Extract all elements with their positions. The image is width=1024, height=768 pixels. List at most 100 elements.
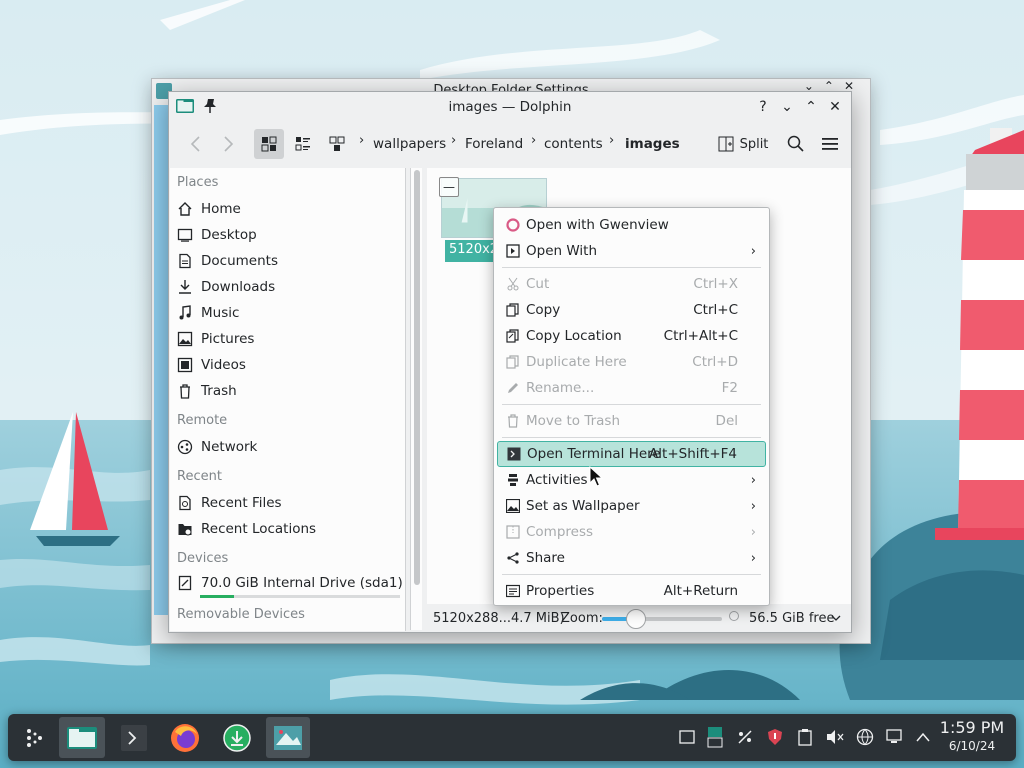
menu-item-cut[interactable]: Cut Ctrl+X bbox=[497, 271, 766, 297]
sidebar-item-documents[interactable]: Documents bbox=[176, 249, 278, 273]
menu-item-set-as-wallpaper[interactable]: Set as Wallpaper › bbox=[497, 493, 766, 519]
clipboard-icon[interactable] bbox=[794, 726, 816, 748]
menu-item-shortcut: Del bbox=[715, 413, 738, 429]
taskbar-discover[interactable] bbox=[215, 717, 259, 758]
application-launcher[interactable] bbox=[12, 717, 56, 758]
taskbar-desktop-settings[interactable] bbox=[266, 717, 310, 758]
zoom-slider-handle[interactable] bbox=[625, 609, 646, 629]
sidebar-item-trash[interactable]: Trash bbox=[176, 379, 237, 403]
pin-icon[interactable] bbox=[203, 98, 217, 114]
sidebar-scrollbar[interactable] bbox=[410, 168, 422, 630]
search-button[interactable] bbox=[783, 129, 809, 159]
details-view-button[interactable] bbox=[288, 129, 318, 159]
icons-view-button[interactable] bbox=[254, 129, 284, 159]
selection-toggle[interactable]: — bbox=[439, 177, 459, 197]
taskbar-dolphin[interactable] bbox=[59, 717, 105, 758]
menu-item-rename[interactable]: Rename... F2 bbox=[497, 375, 766, 401]
menu-item-label: Open With bbox=[526, 243, 598, 259]
sidebar-item-pictures[interactable]: Pictures bbox=[176, 327, 254, 351]
menu-separator bbox=[502, 267, 761, 268]
rename-icon bbox=[505, 380, 521, 396]
folder-icon bbox=[67, 726, 97, 749]
menu-item-label: Activities bbox=[526, 472, 588, 488]
taskbar-firefox[interactable] bbox=[163, 717, 207, 758]
section-devices: Devices bbox=[177, 551, 229, 566]
clock-time: 1:59 PM bbox=[939, 718, 1005, 737]
window-title: images — Dolphin bbox=[448, 99, 572, 115]
sidebar-item-recent-files[interactable]: Recent Files bbox=[176, 491, 282, 515]
breadcrumb-foreland[interactable]: Foreland bbox=[465, 133, 523, 155]
sidebar-item-label: Pictures bbox=[201, 331, 255, 347]
volume-muted-icon[interactable] bbox=[824, 726, 846, 748]
free-space-label[interactable]: 56.5 GiB free bbox=[749, 611, 834, 626]
sidebar-item-internal-drive[interactable]: 70.0 GiB Internal Drive (sda1) bbox=[176, 571, 403, 595]
kde-connect-icon[interactable] bbox=[734, 726, 756, 748]
taskbar-konsole[interactable] bbox=[112, 717, 156, 758]
zoom-slider[interactable] bbox=[602, 609, 722, 629]
sidebar-item-videos[interactable]: Videos bbox=[176, 353, 246, 377]
zoom-reset-icon[interactable] bbox=[729, 611, 739, 621]
menu-item-copy[interactable]: Copy Ctrl+C bbox=[497, 297, 766, 323]
forward-button[interactable] bbox=[215, 129, 241, 159]
breadcrumb-wallpapers[interactable]: wallpapers bbox=[373, 133, 446, 155]
network-globe-icon[interactable] bbox=[854, 726, 876, 748]
close-button[interactable]: ✕ bbox=[825, 97, 845, 117]
scrollbar-thumb[interactable] bbox=[414, 170, 420, 585]
menu-item-move-to-trash[interactable]: Move to Trash Del bbox=[497, 408, 766, 434]
digital-clock[interactable]: 1:59 PM 6/10/24 bbox=[936, 718, 1008, 754]
menu-item-open-with-gwenview[interactable]: Open with Gwenview bbox=[497, 212, 766, 238]
menu-item-label: Move to Trash bbox=[526, 413, 621, 429]
folder-app-icon[interactable] bbox=[176, 98, 194, 114]
taskbar: 1:59 PM 6/10/24 bbox=[8, 714, 1016, 761]
desktop-icon bbox=[176, 226, 194, 244]
sidebar-item-music[interactable]: Music bbox=[176, 301, 239, 325]
show-desktop-icon[interactable] bbox=[676, 726, 698, 748]
sidebar-item-label: Recent Files bbox=[201, 495, 282, 511]
music-icon bbox=[176, 304, 194, 322]
chevron-down-icon[interactable] bbox=[831, 613, 841, 623]
compact-view-button[interactable] bbox=[322, 129, 352, 159]
help-button[interactable]: ? bbox=[753, 97, 773, 117]
menu-item-share[interactable]: Share › bbox=[497, 545, 766, 571]
sidebar-item-desktop[interactable]: Desktop bbox=[176, 223, 257, 247]
menu-item-label: Share bbox=[526, 550, 565, 566]
places-panel: Places Home Desktop Documents Downloads … bbox=[170, 168, 406, 631]
section-places: Places bbox=[177, 175, 219, 190]
breadcrumb-contents[interactable]: contents bbox=[544, 133, 603, 155]
menu-item-compress[interactable]: Compress › bbox=[497, 519, 766, 545]
menu-item-open-terminal-here[interactable]: Open Terminal Here Alt+Shift+F4 bbox=[497, 441, 766, 467]
menu-separator bbox=[502, 437, 761, 438]
title-bar[interactable]: images — Dolphin ? ⌄ ⌃ ✕ bbox=[169, 92, 851, 122]
network-icon bbox=[176, 438, 194, 456]
wired-network-icon[interactable] bbox=[884, 726, 906, 748]
menu-item-shortcut: Alt+Shift+F4 bbox=[649, 446, 737, 462]
menu-item-properties[interactable]: Properties Alt+Return bbox=[497, 578, 766, 604]
minimize-button[interactable]: ⌄ bbox=[777, 97, 797, 117]
split-button[interactable]: Split bbox=[715, 129, 771, 159]
menu-item-shortcut: Ctrl+C bbox=[693, 302, 738, 318]
breadcrumb-images[interactable]: images bbox=[625, 133, 680, 155]
sidebar-item-home[interactable]: Home bbox=[176, 197, 241, 221]
menu-item-open-with[interactable]: Open With › bbox=[497, 238, 766, 264]
menu-item-activities[interactable]: Activities › bbox=[497, 467, 766, 493]
sidebar-item-recent-locations[interactable]: Recent Locations bbox=[176, 517, 316, 541]
copy-icon bbox=[505, 302, 521, 318]
sidebar-item-downloads[interactable]: Downloads bbox=[176, 275, 275, 299]
open-with-icon bbox=[505, 243, 521, 259]
trash-icon bbox=[505, 413, 521, 429]
pager-icon[interactable] bbox=[704, 726, 726, 748]
tray-expand-chevron-up-icon[interactable] bbox=[912, 726, 934, 748]
security-shield-icon[interactable] bbox=[764, 726, 786, 748]
back-button[interactable] bbox=[183, 129, 209, 159]
submenu-arrow-icon: › bbox=[750, 472, 756, 488]
menu-item-copy-location[interactable]: Copy Location Ctrl+Alt+C bbox=[497, 323, 766, 349]
menu-item-label: Copy Location bbox=[526, 328, 622, 344]
maximize-button[interactable]: ⌃ bbox=[801, 97, 821, 117]
sidebar-item-network[interactable]: Network bbox=[176, 435, 257, 459]
menu-button[interactable] bbox=[817, 129, 843, 159]
sidebar-item-label: Videos bbox=[201, 357, 246, 373]
wallpaper-icon bbox=[505, 498, 521, 514]
menu-item-duplicate-here[interactable]: Duplicate Here Ctrl+D bbox=[497, 349, 766, 375]
copy-location-icon bbox=[505, 328, 521, 344]
menu-item-shortcut: Ctrl+Alt+C bbox=[663, 328, 738, 344]
